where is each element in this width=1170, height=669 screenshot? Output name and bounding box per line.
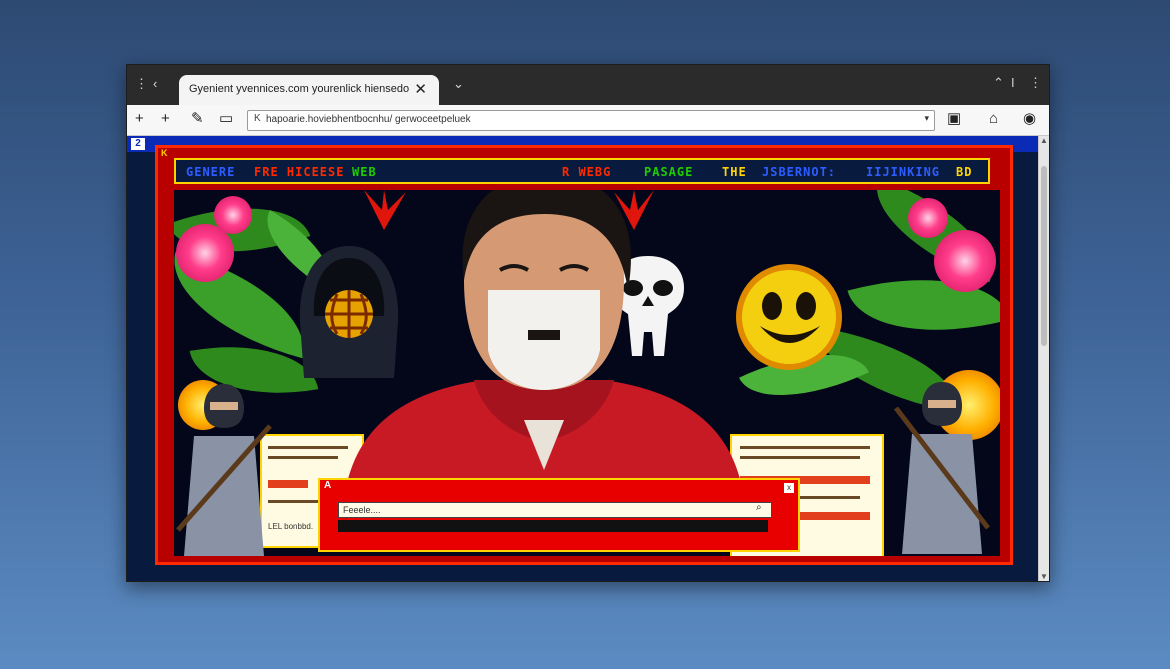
tab-icon[interactable]: ▭	[219, 111, 233, 127]
info-icon[interactable]: I	[1011, 75, 1015, 90]
banner-word: IIJINKING	[866, 165, 941, 179]
banner-word: BD	[956, 165, 973, 179]
pink-flower	[934, 230, 996, 292]
site-info-icon[interactable]: K	[254, 113, 261, 124]
plus-icon[interactable]: +	[135, 111, 144, 127]
banner-word: THE	[722, 165, 747, 179]
new-tab-icon[interactable]: +	[161, 111, 170, 127]
scroll-up-icon[interactable]: ▲	[1040, 136, 1048, 145]
address-url: hapoarie.hoviebhentbocnhu/ gerwoceetpelu…	[266, 114, 471, 125]
banner-word: WEB	[352, 165, 377, 179]
search-input[interactable]	[338, 502, 772, 518]
search-dialog: A x ⌕	[318, 478, 800, 552]
tab-title: Gyenient yvennices.com yourenlick hiense…	[189, 83, 410, 95]
page-badge: 2	[131, 138, 145, 150]
dialog-marker: A	[324, 480, 332, 491]
address-bar[interactable]: K hapoarie.hoviebhentbocnhu/ gerwoceetpe…	[247, 110, 935, 131]
banner-word: JSBERNOT:	[762, 165, 837, 179]
dialog-close-button[interactable]: x	[784, 483, 794, 493]
tab-active[interactable]: Gyenient yvennices.com yourenlick hiense…	[179, 75, 439, 105]
page-banner: GENERE FRE HICEESE WEB R WEBG PASAGE THE…	[174, 158, 990, 184]
dialog-bar	[338, 520, 768, 532]
banner-word: PASAGE	[644, 165, 694, 179]
edit-icon[interactable]: ✎	[191, 111, 204, 127]
scroll-down-icon[interactable]: ▼	[1040, 572, 1048, 581]
search-icon[interactable]: ⌕	[756, 502, 762, 513]
frame-marker: K	[161, 148, 168, 158]
banner-word: FRE HICEESE	[254, 165, 345, 179]
title-bar: ⋮ ‹ Gyenient yvennices.com yourenlick hi…	[127, 65, 1049, 105]
panel-text: LEL bonbbd.	[268, 522, 314, 531]
pink-flower	[214, 196, 252, 234]
browser-toolbar: + + ✎ ▭ K hapoarie.hoviebhentbocnhu/ ger…	[127, 105, 1049, 136]
back-arrow-icon[interactable]: ‹	[153, 77, 157, 91]
ninja-right	[894, 382, 990, 554]
minimize-icon[interactable]: ⌃	[993, 75, 1004, 91]
close-icon[interactable]: ✕	[414, 80, 427, 98]
home-icon[interactable]: ⌂	[989, 111, 998, 127]
account-icon[interactable]: ◉	[1023, 111, 1036, 127]
vertical-scrollbar[interactable]: ▲ ▼	[1038, 136, 1049, 581]
chevron-down-icon[interactable]: ⌄	[453, 77, 464, 91]
banner-word: GENERE	[186, 165, 236, 179]
menu-icon[interactable]: ⋮	[135, 77, 148, 91]
page-frame: K GENERE FRE HICEESE WEB R WEBG PASAGE T…	[155, 145, 1013, 565]
more-icon[interactable]: ⋮	[1029, 75, 1042, 91]
ninja-left	[176, 384, 272, 556]
dropdown-icon[interactable]: ▾	[924, 113, 929, 124]
screen-icon[interactable]: ▣	[947, 111, 961, 127]
scroll-thumb[interactable]	[1041, 166, 1047, 346]
banner-word: R WEBG	[562, 165, 612, 179]
person-hoodie	[344, 190, 744, 500]
pink-flower	[908, 198, 948, 238]
web-content: 2 K GENERE FRE HICEESE WEB R WEBG PASAGE…	[127, 136, 1039, 581]
browser-window: ⋮ ‹ Gyenient yvennices.com yourenlick hi…	[126, 64, 1050, 582]
